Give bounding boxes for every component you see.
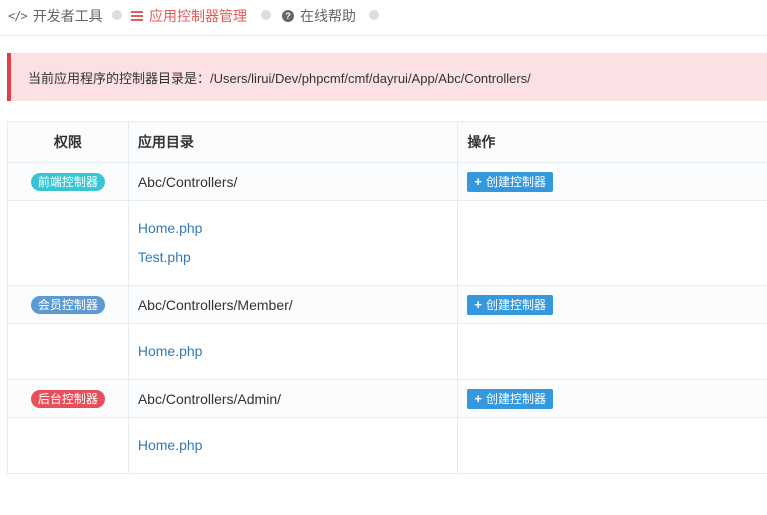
nav-item-label: 开发者工具 [32,8,103,24]
top-nav: </> 开发者工具 应用控制器管理 ? 在线帮助 [0,0,767,36]
table-row: Home.php Test.php [8,201,767,286]
table-row: 后台控制器 Abc/Controllers/Admin/ + 创建控制器 [8,380,767,418]
plus-icon: + [474,174,482,189]
create-controller-button[interactable]: + 创建控制器 [467,171,554,192]
file-link[interactable]: Home.php [138,214,458,243]
controller-table: 权限 应用目录 操作 前端控制器 Abc/Controllers/ + 创建控制… [7,121,767,474]
table-row: Home.php [8,324,767,380]
separator-dot-icon [369,10,379,20]
separator-dot-icon [112,10,122,20]
nav-item-label: 在线帮助 [300,8,356,24]
admin-controller-badge: 后台控制器 [30,389,105,408]
file-link[interactable]: Test.php [138,243,458,272]
plus-icon: + [474,297,482,312]
directory-cell: Abc/Controllers/Member/ [129,286,459,323]
directory-cell: Abc/Controllers/Admin/ [129,380,459,417]
nav-item-label: 应用控制器管理 [149,8,247,24]
code-icon: </> [8,9,28,23]
table-header-row: 权限 应用目录 操作 [8,122,767,163]
frontend-controller-badge: 前端控制器 [30,172,105,191]
table-row: Home.php [8,418,767,474]
help-icon: ? [282,10,294,22]
separator-dot-icon [261,10,271,20]
list-icon [131,11,143,21]
table-row: 前端控制器 Abc/Controllers/ + 创建控制器 [8,163,767,201]
table-row: 会员控制器 Abc/Controllers/Member/ + 创建控制器 [8,286,767,324]
file-link[interactable]: Home.php [138,337,458,366]
plus-icon: + [474,391,482,406]
create-controller-button[interactable]: + 创建控制器 [467,388,554,409]
alert-text: 当前应用程序的控制器目录是：/Users/lirui/Dev/phpcmf/cm… [28,70,531,86]
file-link[interactable]: Home.php [138,431,458,460]
header-permission: 权限 [8,122,129,162]
member-controller-badge: 会员控制器 [30,295,105,314]
nav-item-controller-management[interactable]: 应用控制器管理 [131,6,247,26]
header-actions: 操作 [467,134,496,150]
directory-alert: 当前应用程序的控制器目录是：/Users/lirui/Dev/phpcmf/cm… [7,53,767,101]
header-app-directory: 应用目录 [129,122,459,162]
nav-item-online-help[interactable]: ? 在线帮助 [282,6,356,26]
nav-item-developer-tools[interactable]: </> 开发者工具 [8,6,103,26]
create-controller-button[interactable]: + 创建控制器 [467,294,554,315]
directory-cell: Abc/Controllers/ [129,163,459,200]
